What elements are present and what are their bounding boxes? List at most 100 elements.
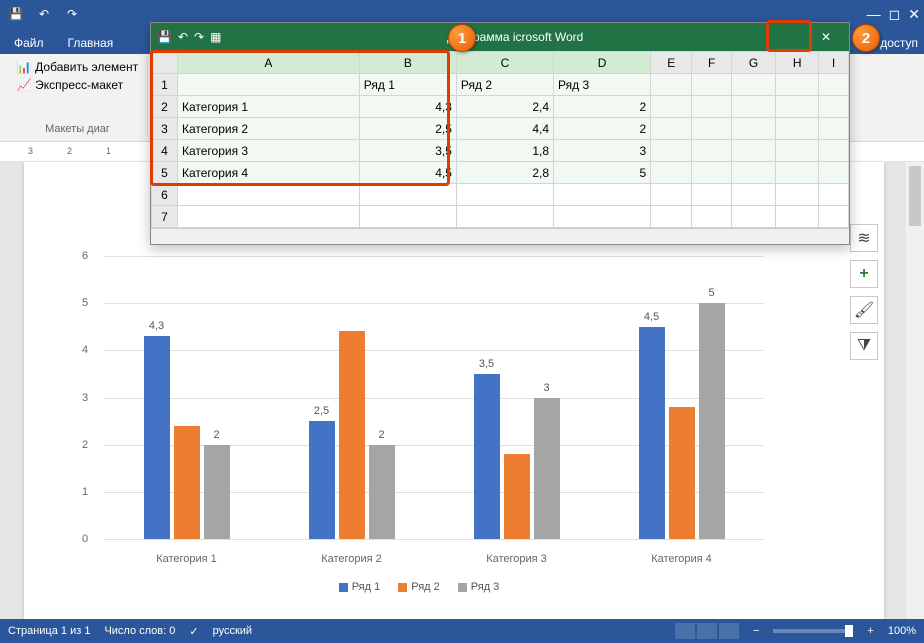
cell[interactable]: 3,5 <box>359 140 456 162</box>
chart-plot-area: 01234564,322,523,534,55 <box>104 256 764 539</box>
y-tick-label: 6 <box>82 250 88 262</box>
excel-horizontal-scrollbar[interactable] <box>151 228 849 244</box>
tab-home[interactable]: Главная <box>62 32 120 54</box>
cell[interactable]: 5 <box>554 162 651 184</box>
chart-data-editor: 💾 ↶ ↷ ▦ Диаграмма icrosoft Word ✕ ABCDEF… <box>150 22 850 245</box>
col-header[interactable]: I <box>819 52 849 74</box>
excel-redo-icon[interactable]: ↷ <box>194 30 204 44</box>
zoom-out-button[interactable]: − <box>753 625 759 637</box>
chart-bar[interactable]: 4,5 <box>639 327 665 539</box>
y-tick-label: 1 <box>82 486 88 498</box>
save-icon[interactable]: 💾 <box>4 2 28 26</box>
excel-sheet-icon[interactable]: ▦ <box>210 30 221 44</box>
col-header[interactable]: F <box>692 52 732 74</box>
cell[interactable]: Ряд 2 <box>456 74 553 96</box>
excel-close-button[interactable]: ✕ <box>809 26 843 48</box>
cell[interactable]: 4,4 <box>456 118 553 140</box>
chart-float-buttons: ≋ + 🖌 ⧩ <box>850 224 878 360</box>
share-button[interactable]: доступ <box>874 32 924 54</box>
cell[interactable]: Ряд 1 <box>359 74 456 96</box>
data-label: 4,5 <box>644 311 659 323</box>
add-chart-element-button[interactable]: 📊 Добавить элемент <box>17 60 138 74</box>
undo-icon[interactable]: ↶ <box>32 2 56 26</box>
excel-window-title: Диаграмма icrosoft Word <box>221 30 809 44</box>
cell[interactable]: 2,8 <box>456 162 553 184</box>
col-header[interactable]: G <box>731 52 775 74</box>
data-label: 2 <box>378 429 384 441</box>
chart-bar[interactable] <box>174 426 200 539</box>
cell[interactable]: 3 <box>554 140 651 162</box>
zoom-level[interactable]: 100% <box>888 625 916 637</box>
callout-badge-1: 1 <box>448 24 476 52</box>
col-header[interactable]: A <box>178 52 360 74</box>
status-language[interactable]: русский <box>213 625 252 637</box>
chart-bar[interactable]: 2,5 <box>309 421 335 539</box>
cell[interactable]: Категория 3 <box>178 140 360 162</box>
cell[interactable]: Категория 1 <box>178 96 360 118</box>
x-tick-label: Категория 4 <box>599 553 764 565</box>
cell[interactable]: 4,3 <box>359 96 456 118</box>
window-close-icon[interactable]: ✕ <box>908 6 920 23</box>
chart-bar[interactable]: 3 <box>534 398 560 540</box>
col-header[interactable]: D <box>554 52 651 74</box>
chart-layout-button[interactable]: ≋ <box>850 224 878 252</box>
status-bar: Страница 1 из 1 Число слов: 0 ✓ русский … <box>0 619 924 643</box>
chart-add-element-button[interactable]: + <box>850 260 878 288</box>
status-page[interactable]: Страница 1 из 1 <box>8 625 90 637</box>
y-tick-label: 4 <box>82 344 88 356</box>
legend-item[interactable]: Ряд 2 <box>398 581 440 593</box>
data-label: 5 <box>708 287 714 299</box>
excel-undo-icon[interactable]: ↶ <box>178 30 188 44</box>
y-tick-label: 0 <box>82 533 88 545</box>
chart-bar[interactable]: 5 <box>699 303 725 539</box>
legend-item[interactable]: Ряд 3 <box>458 581 500 593</box>
chart-object[interactable]: Название диаграммы 01234564,322,523,534,… <box>64 226 774 599</box>
chart-x-labels: Категория 1Категория 2Категория 3Категор… <box>104 553 764 565</box>
chart-bar[interactable]: 2 <box>204 445 230 539</box>
cell[interactable]: Категория 2 <box>178 118 360 140</box>
status-spellcheck-icon[interactable]: ✓ <box>189 625 198 638</box>
excel-save-icon[interactable]: 💾 <box>157 30 172 44</box>
chart-bar[interactable] <box>504 454 530 539</box>
cell[interactable]: 2 <box>554 96 651 118</box>
view-mode-buttons[interactable] <box>675 623 739 639</box>
cell[interactable]: Категория 4 <box>178 162 360 184</box>
cell[interactable]: Ряд 3 <box>554 74 651 96</box>
tab-file[interactable]: Файл <box>8 32 50 54</box>
chart-bar[interactable]: 3,5 <box>474 374 500 539</box>
chart-legend[interactable]: Ряд 1 Ряд 2 Ряд 3 <box>64 581 774 593</box>
redo-icon[interactable]: ↷ <box>60 2 84 26</box>
cell[interactable]: 4,5 <box>359 162 456 184</box>
data-label: 2,5 <box>314 405 329 417</box>
ribbon-group-label: Макеты диаг <box>45 123 110 135</box>
cell[interactable] <box>178 74 360 96</box>
zoom-slider[interactable] <box>773 629 853 633</box>
chart-filter-button[interactable]: ⧩ <box>850 332 878 360</box>
col-header[interactable]: C <box>456 52 553 74</box>
y-tick-label: 3 <box>82 392 88 404</box>
chart-bar[interactable]: 4,3 <box>144 336 170 539</box>
legend-item[interactable]: Ряд 1 <box>339 581 381 593</box>
cell[interactable]: 2,5 <box>359 118 456 140</box>
excel-grid[interactable]: ABCDEFGHI1Ряд 1Ряд 2Ряд 32Категория 14,3… <box>151 51 849 228</box>
chart-bar[interactable] <box>669 407 695 539</box>
window-maximize-icon[interactable]: ◻ <box>889 6 901 23</box>
chart-bar[interactable] <box>339 331 365 539</box>
express-layout-button[interactable]: 📈 Экспресс-макет <box>17 78 123 92</box>
vertical-scrollbar[interactable] <box>906 162 924 619</box>
chart-bar[interactable]: 2 <box>369 445 395 539</box>
chart-style-button[interactable]: 🖌 <box>850 296 878 324</box>
data-label: 3,5 <box>479 358 494 370</box>
status-word-count[interactable]: Число слов: 0 <box>104 625 175 637</box>
cell[interactable]: 2 <box>554 118 651 140</box>
cell[interactable]: 2,4 <box>456 96 553 118</box>
cell[interactable]: 1,8 <box>456 140 553 162</box>
col-header[interactable]: B <box>359 52 456 74</box>
zoom-in-button[interactable]: + <box>867 625 873 637</box>
data-label: 4,3 <box>149 320 164 332</box>
window-minimize-icon[interactable]: — <box>867 6 881 23</box>
x-tick-label: Категория 3 <box>434 553 599 565</box>
col-header[interactable]: H <box>776 52 819 74</box>
col-header[interactable]: E <box>651 52 692 74</box>
x-tick-label: Категория 2 <box>269 553 434 565</box>
